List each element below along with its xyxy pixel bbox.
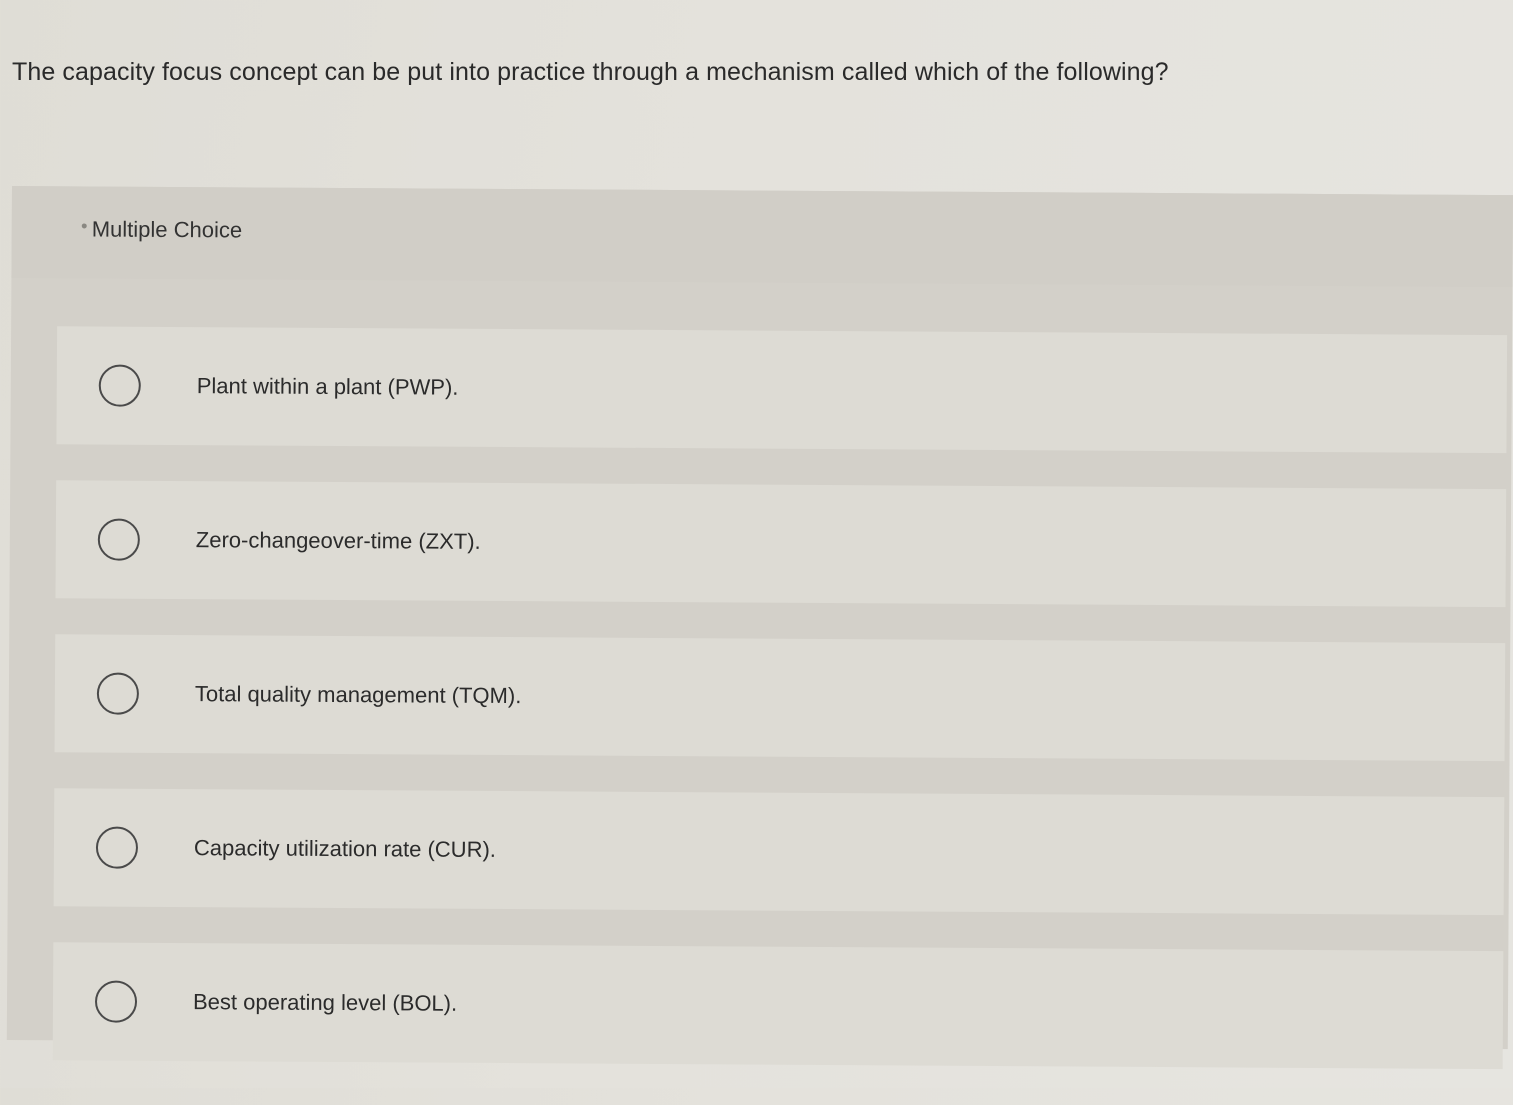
question-type-text: Multiple Choice xyxy=(91,216,243,243)
choice-option-cur[interactable]: Capacity utilization rate (CUR). xyxy=(53,788,1505,916)
answer-panel: Multiple Choice Plant within a plant (PW… xyxy=(6,186,1513,1070)
choice-option-zxt[interactable]: Zero-changeover-time (ZXT). xyxy=(55,480,1507,608)
radio-unchecked-icon[interactable] xyxy=(97,518,140,561)
choice-label: Zero-changeover-time (ZXT). xyxy=(195,527,481,554)
choice-list: Plant within a plant (PWP). Zero-changeo… xyxy=(52,326,1508,1105)
question-text: The capacity focus concept can be put in… xyxy=(12,58,1169,86)
choice-label: Total quality management (TQM). xyxy=(194,681,522,709)
radio-unchecked-icon[interactable] xyxy=(95,826,139,869)
choice-option-pwp[interactable]: Plant within a plant (PWP). xyxy=(56,326,1508,454)
radio-unchecked-icon[interactable] xyxy=(98,364,141,407)
radio-unchecked-icon[interactable] xyxy=(94,980,138,1023)
question-type-header: Multiple Choice xyxy=(11,186,1513,288)
question-type-label: Multiple Choice xyxy=(81,216,243,243)
bullet-dot-icon xyxy=(81,223,87,229)
choice-label: Best operating level (BOL). xyxy=(192,989,458,1016)
choice-label: Capacity utilization rate (CUR). xyxy=(193,835,497,862)
choice-label: Plant within a plant (PWP). xyxy=(196,373,459,400)
choice-option-bol[interactable]: Best operating level (BOL). xyxy=(52,942,1504,1070)
choice-option-tqm[interactable]: Total quality management (TQM). xyxy=(54,634,1506,762)
radio-unchecked-icon[interactable] xyxy=(96,672,140,715)
